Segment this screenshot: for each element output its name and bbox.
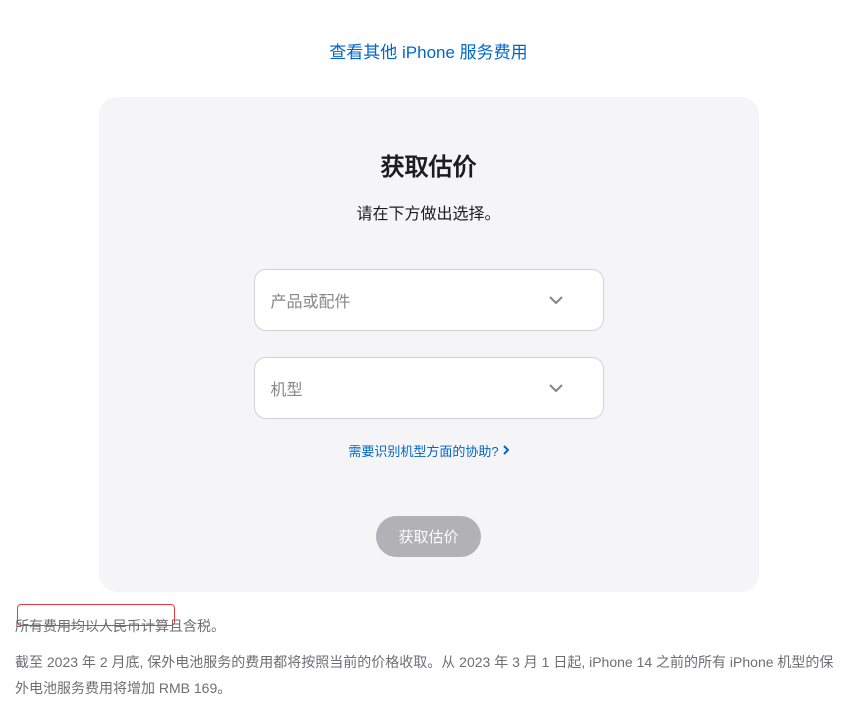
footer-line-2: 截至 2023 年 2 月底, 保外电池服务的费用都将按照当前的价格收取。从 2… — [15, 650, 840, 702]
card-subtitle: 请在下方做出选择。 — [139, 200, 719, 224]
card-title: 获取估价 — [139, 147, 719, 182]
chevron-down-icon — [549, 381, 563, 395]
select-model-placeholder: 机型 — [271, 376, 303, 400]
help-link-wrap: 需要识别机型方面的协助? — [139, 441, 719, 461]
chevron-right-icon — [503, 443, 509, 458]
select-product[interactable]: 产品或配件 — [254, 269, 604, 331]
select-product-placeholder: 产品或配件 — [271, 288, 351, 312]
help-link-label: 需要识别机型方面的协助? — [348, 441, 498, 460]
estimate-card: 获取估价 请在下方做出选择。 产品或配件 机型 需要识别机型方面的协助? 获取估… — [99, 97, 759, 592]
get-estimate-button[interactable]: 获取估价 — [376, 516, 480, 557]
identify-model-help-link[interactable]: 需要识别机型方面的协助? — [348, 441, 508, 460]
select-model-wrap: 机型 — [254, 357, 604, 419]
chevron-down-icon — [549, 293, 563, 307]
footer-notes: 所有费用均以人民币计算且含税。 截至 2023 年 2 月底, 保外电池服务的费… — [15, 614, 840, 702]
top-link-wrap: 查看其他 iPhone 服务费用 — [0, 0, 857, 97]
other-service-link[interactable]: 查看其他 iPhone 服务费用 — [329, 43, 527, 62]
footer-line-1: 所有费用均以人民币计算且含税。 — [15, 614, 840, 640]
select-product-wrap: 产品或配件 — [254, 269, 604, 331]
select-model[interactable]: 机型 — [254, 357, 604, 419]
